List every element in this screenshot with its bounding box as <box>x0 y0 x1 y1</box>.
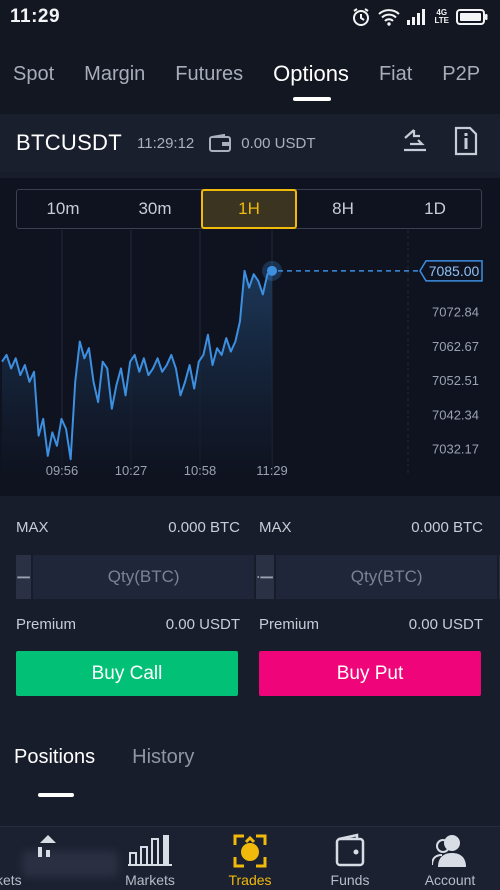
current-point <box>267 265 277 276</box>
wallet-icon <box>334 833 366 872</box>
user-icon <box>431 833 468 874</box>
battery-icon <box>456 9 488 25</box>
call-qty-input[interactable] <box>31 555 257 599</box>
status-bar: 11:29 4G LTE <box>0 0 500 34</box>
put-minus-button[interactable]: − <box>259 555 275 599</box>
put-premium-label: Premium <box>259 616 320 633</box>
nav-label-funds: Funds <box>330 872 370 888</box>
put-max-value: 0.000 BTC <box>411 519 483 536</box>
bar-chart-icon <box>128 833 172 872</box>
pair-balance: 0.00 USDT <box>241 134 316 152</box>
interval-1d[interactable]: 1D <box>389 190 481 228</box>
nav-label-markets: Markets <box>125 872 175 888</box>
put-max-label: MAX <box>259 519 292 536</box>
call-max-value: 0.000 BTC <box>168 519 240 536</box>
buy-call-button[interactable]: Buy Call <box>16 651 238 696</box>
nav-label-trades: Trades <box>228 872 272 888</box>
put-qty-stepper: − + <box>259 555 500 599</box>
bottom-nav: kets Markets Trades Funds Account <box>0 826 500 890</box>
buy-put-button[interactable]: Buy Put <box>259 651 481 696</box>
nav-funds[interactable]: Funds <box>300 827 400 890</box>
tab-fiat[interactable]: Fiat <box>379 63 412 86</box>
tab-spot[interactable]: Spot <box>13 63 54 86</box>
call-qty-stepper: − + <box>16 555 272 599</box>
order-panel: MAX 0.000 BTC − + Premium 0.00 USDT Buy … <box>0 503 500 721</box>
call-max-label: MAX <box>16 519 49 536</box>
pair-name[interactable]: BTCUSDT <box>16 130 122 156</box>
y-tick-label: 7062.67 <box>432 339 479 354</box>
put-max-row: MAX 0.000 BTC <box>259 519 483 536</box>
interval-10m[interactable]: 10m <box>17 190 109 228</box>
nav-markets[interactable]: Markets <box>100 827 200 890</box>
signal-icon <box>407 9 427 25</box>
pair-time: 11:29:12 <box>137 134 195 152</box>
y-tick-label: 7032.17 <box>432 442 479 457</box>
y-tick-label: 7042.34 <box>432 407 479 422</box>
status-icons: 4G LTE <box>351 7 488 27</box>
call-premium-label: Premium <box>16 616 77 633</box>
current-price-label: 7085.00 <box>429 263 480 279</box>
tab-margin[interactable]: Margin <box>84 63 145 86</box>
network-type: 4G LTE <box>434 9 449 25</box>
y-tick-label: 7052.51 <box>432 373 479 388</box>
wallet-icon <box>209 134 232 152</box>
interval-1h[interactable]: 1H <box>201 189 297 229</box>
nav-label-account: Account <box>424 872 476 888</box>
series-area <box>2 270 272 476</box>
x-tick-label: 11:29 <box>256 463 288 478</box>
put-premium-row: Premium 0.00 USDT <box>259 616 483 633</box>
put-premium-value: 0.00 USDT <box>408 616 483 633</box>
tab-options[interactable]: Options <box>273 61 349 101</box>
interval-bar: 10m 30m 1H 8H 1D <box>16 189 482 229</box>
nav-account[interactable]: Account <box>400 827 500 890</box>
nav-label-kets: kets <box>0 872 22 888</box>
pair-actions <box>402 126 478 161</box>
call-premium-value: 0.00 USDT <box>165 616 240 633</box>
x-tick-label: 10:58 <box>184 463 217 478</box>
status-time: 11:29 <box>10 6 61 27</box>
tab-p2p[interactable]: P2P <box>442 63 480 86</box>
tab-positions[interactable]: Positions <box>14 746 95 797</box>
top-tabs: Spot Margin Futures Options Fiat P2P <box>0 34 500 114</box>
x-tick-label: 09:56 <box>46 463 79 478</box>
interval-30m[interactable]: 30m <box>109 190 201 228</box>
pair-bar: BTCUSDT 11:29:12 0.00 USDT <box>0 114 500 172</box>
transfer-icon[interactable] <box>402 126 428 161</box>
nav-trades[interactable]: Trades <box>200 827 300 890</box>
wifi-icon <box>378 8 401 26</box>
network-type-bottom: LTE <box>434 16 449 25</box>
y-tick-label: 7072.84 <box>432 305 479 320</box>
nav-markets-partial[interactable]: kets <box>0 827 118 890</box>
interval-8h[interactable]: 8H <box>297 190 389 228</box>
price-chart[interactable]: 7085.00 7072.84 7062.67 7052.51 7042.34 7032.… <box>0 230 500 496</box>
call-minus-button[interactable]: − <box>16 555 32 599</box>
positions-panel: Positions History <box>0 727 500 826</box>
put-qty-input[interactable] <box>274 555 500 599</box>
call-premium-row: Premium 0.00 USDT <box>16 616 240 633</box>
trades-icon <box>232 833 268 874</box>
chart-panel: 10m 30m 1H 8H 1D 7085.00 7072.84 7062.67 70… <box>0 178 500 496</box>
tab-futures[interactable]: Futures <box>175 63 243 86</box>
call-max-row: MAX 0.000 BTC <box>16 519 240 536</box>
info-icon[interactable] <box>454 126 478 161</box>
markets-icon <box>36 833 60 864</box>
x-tick-label: 10:27 <box>115 463 148 478</box>
tab-history[interactable]: History <box>132 746 194 769</box>
positions-tabs: Positions History <box>14 746 194 797</box>
alarm-icon <box>351 7 371 27</box>
